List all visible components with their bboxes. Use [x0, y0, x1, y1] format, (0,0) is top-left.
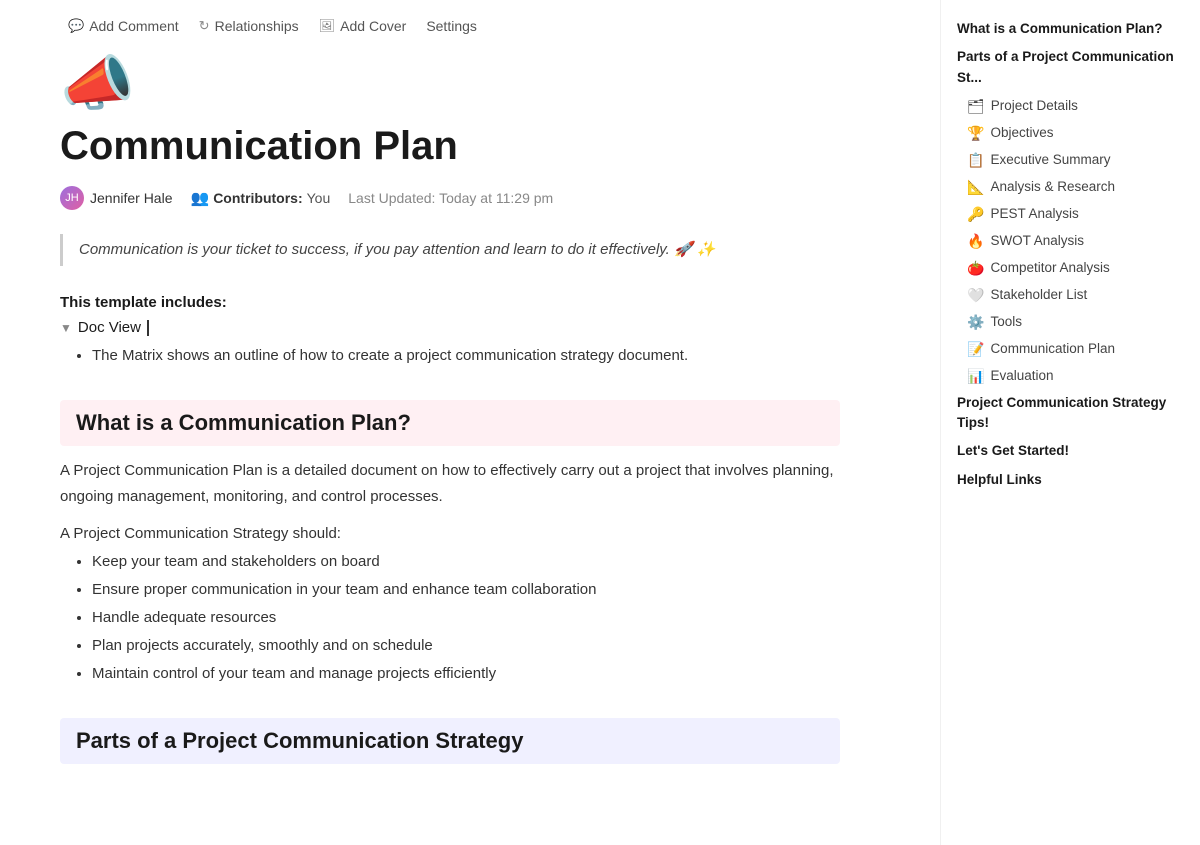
toc-emoji-project-details: 🗂	[967, 96, 985, 117]
contributors-field: 👥 Contributors: You	[191, 189, 331, 207]
comment-icon: 💬	[68, 18, 84, 34]
template-section: This template includes: ▼ Doc View The M…	[60, 294, 840, 368]
toc-label-swot-analysis: SWOT Analysis	[990, 231, 1084, 251]
template-bullet-list: The Matrix shows an outline of how to cr…	[60, 344, 840, 368]
toc-emoji-objectives: 🏆	[967, 123, 984, 144]
toc-label-what-is-plan: What is a Communication Plan?	[957, 19, 1163, 39]
relationships-button[interactable]: ↻ Relationships	[191, 14, 307, 38]
what-is-sub-label: A Project Communication Strategy should:	[60, 525, 840, 542]
main-content: 💬 Add Comment ↻ Relationships 🖼 Add Cove…	[0, 0, 940, 845]
cover-icon: 🖼	[319, 18, 336, 34]
toc-item-competitor-analysis[interactable]: 🍅 Competitor Analysis	[941, 255, 1200, 282]
toc-emoji-analysis-research: 📐	[967, 177, 984, 198]
toc-label-objectives: Objectives	[990, 123, 1053, 143]
section-heading-what-is: What is a Communication Plan?	[60, 400, 840, 446]
toc-emoji-executive-summary: 📋	[967, 150, 984, 171]
settings-button[interactable]: Settings	[418, 14, 485, 38]
toc-emoji-pest-analysis: 🔑	[967, 204, 984, 225]
toc-emoji-swot-analysis: 🔥	[967, 231, 984, 252]
add-cover-button[interactable]: 🖼 Add Cover	[311, 14, 415, 38]
sidebar-toc: What is a Communication Plan? Parts of a …	[940, 0, 1200, 845]
toc-emoji-communication-plan: 📝	[967, 339, 984, 360]
section-parts: Parts of a Project Communication Strateg…	[60, 718, 840, 764]
toc-item-pest-analysis[interactable]: 🔑 PEST Analysis	[941, 201, 1200, 228]
toc-emoji-competitor-analysis: 🍅	[967, 258, 984, 279]
quote-block: Communication is your ticket to success,…	[60, 234, 840, 266]
toc-emoji-stakeholder-list: 🤍	[967, 285, 984, 306]
meta-row: JH Jennifer Hale 👥 Contributors: You Las…	[60, 186, 840, 210]
last-updated-field: Last Updated: Today at 11:29 pm	[348, 190, 553, 206]
toc-emoji-tools: ⚙️	[967, 312, 984, 333]
toc-label-project-details: Project Details	[991, 96, 1078, 116]
toc-label-evaluation: Evaluation	[990, 366, 1053, 386]
page-title[interactable]: Communication Plan	[60, 122, 840, 170]
page-icon: 📣	[60, 54, 840, 114]
text-cursor	[147, 320, 149, 336]
list-item: Plan projects accurately, smoothly and o…	[92, 634, 840, 658]
toggle-text: Doc View	[78, 319, 141, 336]
avatar: JH	[60, 186, 84, 210]
toc-emoji-evaluation: 📊	[967, 366, 984, 387]
list-item: Keep your team and stakeholders on board	[92, 550, 840, 574]
toc-item-objectives[interactable]: 🏆 Objectives	[941, 120, 1200, 147]
section-heading-parts: Parts of a Project Communication Strateg…	[60, 718, 840, 764]
author-field: JH Jennifer Hale	[60, 186, 173, 210]
toc-item-swot-analysis[interactable]: 🔥 SWOT Analysis	[941, 228, 1200, 255]
relationships-icon: ↻	[199, 18, 210, 34]
list-item: Handle adequate resources	[92, 606, 840, 630]
toc-label-analysis-research: Analysis & Research	[990, 177, 1115, 197]
template-label: This template includes:	[60, 294, 840, 311]
toc-item-tools[interactable]: ⚙️ Tools	[941, 309, 1200, 336]
template-bullet-item: The Matrix shows an outline of how to cr…	[92, 344, 840, 368]
toc-item-what-is-plan[interactable]: What is a Communication Plan?	[941, 16, 1200, 42]
toc-label-competitor-analysis: Competitor Analysis	[990, 258, 1109, 278]
what-is-body1: A Project Communication Plan is a detail…	[60, 458, 840, 509]
list-item: Maintain control of your team and manage…	[92, 662, 840, 686]
toc-item-communication-plan[interactable]: 📝 Communication Plan	[941, 336, 1200, 363]
toc-item-project-details[interactable]: 🗂 Project Details	[941, 93, 1200, 120]
toc-item-helpful-links[interactable]: Helpful Links	[941, 467, 1200, 493]
toc-item-stakeholder-list[interactable]: 🤍 Stakeholder List	[941, 282, 1200, 309]
page-body: 📣 Communication Plan JH Jennifer Hale 👥 …	[0, 46, 900, 816]
toc-label-tools: Tools	[990, 312, 1022, 332]
toggle-arrow-icon: ▼	[60, 321, 72, 335]
toc-item-tips[interactable]: Project Communication Strategy Tips!	[941, 390, 1200, 437]
toc-item-parts[interactable]: Parts of a Project Communication St...	[941, 44, 1200, 91]
toc-label-helpful-links: Helpful Links	[957, 470, 1042, 490]
toggle-doc-view[interactable]: ▼ Doc View	[60, 319, 840, 336]
toc-label-executive-summary: Executive Summary	[990, 150, 1110, 170]
toc-label-stakeholder-list: Stakeholder List	[990, 285, 1087, 305]
toc-item-evaluation[interactable]: 📊 Evaluation	[941, 363, 1200, 390]
section-what-is: What is a Communication Plan? A Project …	[60, 400, 840, 686]
toc-label-pest-analysis: PEST Analysis	[990, 204, 1078, 224]
toc-container: What is a Communication Plan? Parts of a …	[941, 16, 1200, 493]
toc-item-lets-get-started[interactable]: Let's Get Started!	[941, 438, 1200, 464]
toc-label-parts: Parts of a Project Communication St...	[957, 47, 1188, 88]
add-comment-button[interactable]: 💬 Add Comment	[60, 14, 187, 38]
toc-label-lets-get-started: Let's Get Started!	[957, 441, 1069, 461]
toc-item-executive-summary[interactable]: 📋 Executive Summary	[941, 147, 1200, 174]
toc-label-tips: Project Communication Strategy Tips!	[957, 393, 1188, 434]
toc-label-communication-plan: Communication Plan	[990, 339, 1115, 359]
what-is-bullet-list: Keep your team and stakeholders on board…	[60, 550, 840, 686]
toolbar: 💬 Add Comment ↻ Relationships 🖼 Add Cove…	[0, 0, 940, 46]
toc-item-analysis-research[interactable]: 📐 Analysis & Research	[941, 174, 1200, 201]
list-item: Ensure proper communication in your team…	[92, 578, 840, 602]
contributors-icon: 👥	[191, 189, 210, 207]
